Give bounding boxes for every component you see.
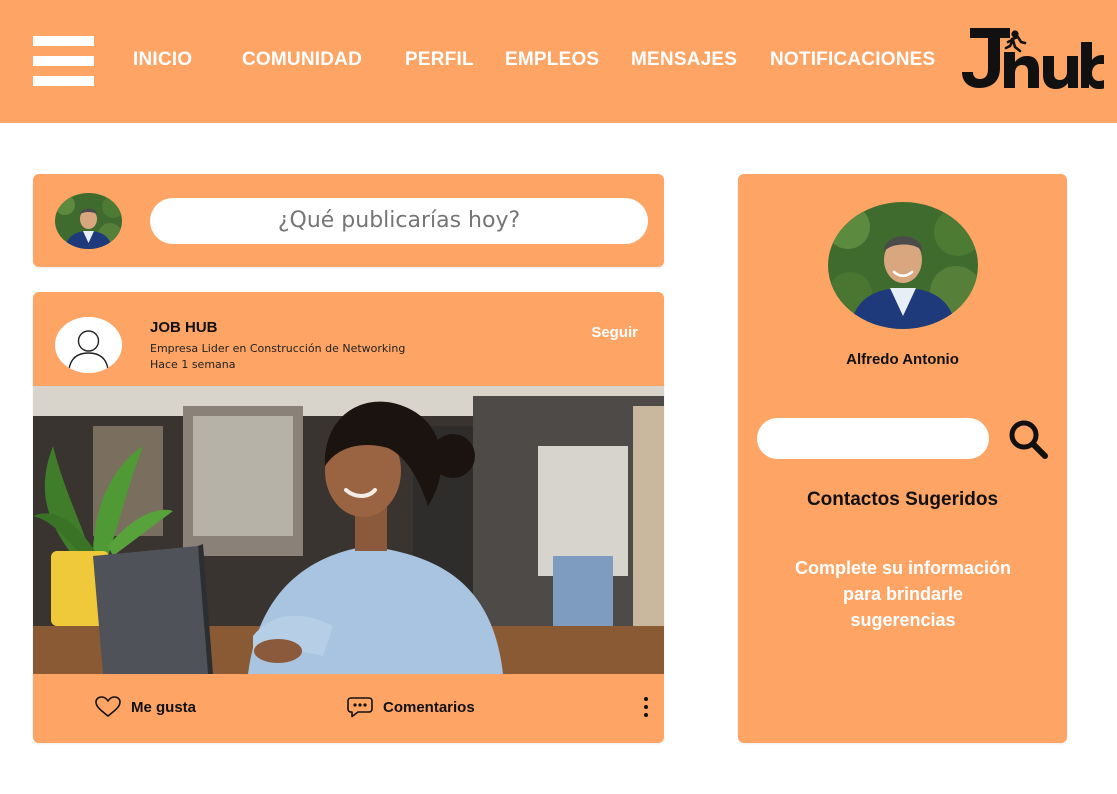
profile-name[interactable]: Alfredo Antonio: [738, 351, 1067, 368]
nav-mensajes[interactable]: MENSAJES: [631, 49, 737, 71]
hamburger-menu-icon[interactable]: [33, 36, 94, 86]
more-vertical-icon[interactable]: [642, 696, 650, 718]
suggested-contacts-heading: Contactos Sugeridos: [806, 489, 999, 510]
suggestions-empty-message: Complete su información para brindarle s…: [794, 558, 1012, 630]
comments-label: Comentarios: [383, 698, 475, 716]
follow-button[interactable]: Seguir: [591, 324, 638, 341]
profile-sidebar: Alfredo Antonio Contactos Sugeridos Comp…: [738, 174, 1067, 743]
nav-comunidad[interactable]: COMUNIDAD: [242, 49, 362, 71]
like-button[interactable]: Me gusta: [95, 696, 196, 718]
top-navigation-bar: INICIO COMUNIDAD PERFIL EMPLEOS MENSAJES…: [0, 0, 1117, 123]
jhub-logo[interactable]: [960, 24, 1105, 90]
post-composer: [33, 174, 664, 267]
contact-search-input[interactable]: [757, 418, 989, 459]
search-icon[interactable]: [1006, 417, 1050, 461]
profile-avatar[interactable]: [828, 202, 978, 329]
user-avatar[interactable]: [55, 193, 122, 249]
heart-icon: [95, 696, 121, 717]
nav-empleos[interactable]: EMPLEOS: [505, 49, 599, 71]
post-timestamp: Hace 1 semana: [150, 358, 236, 371]
post-actions-bar: Me gusta Comentarios: [33, 674, 664, 743]
nav-perfil[interactable]: PERFIL: [405, 49, 474, 71]
like-label: Me gusta: [131, 698, 197, 716]
feed-post: JOB HUB Empresa Lider en Construcción de…: [33, 292, 664, 743]
company-avatar-icon[interactable]: [55, 317, 122, 373]
post-image[interactable]: [33, 386, 664, 674]
post-author-tagline: Empresa Lider en Construcción de Network…: [150, 342, 406, 355]
nav-notificaciones[interactable]: NOTIFICACIONES: [770, 49, 935, 71]
create-post-input[interactable]: [150, 198, 648, 244]
comment-icon: [347, 697, 373, 718]
nav-inicio[interactable]: INICIO: [133, 49, 192, 71]
comments-button[interactable]: Comentarios: [347, 696, 475, 718]
post-author[interactable]: JOB HUB: [150, 319, 218, 336]
